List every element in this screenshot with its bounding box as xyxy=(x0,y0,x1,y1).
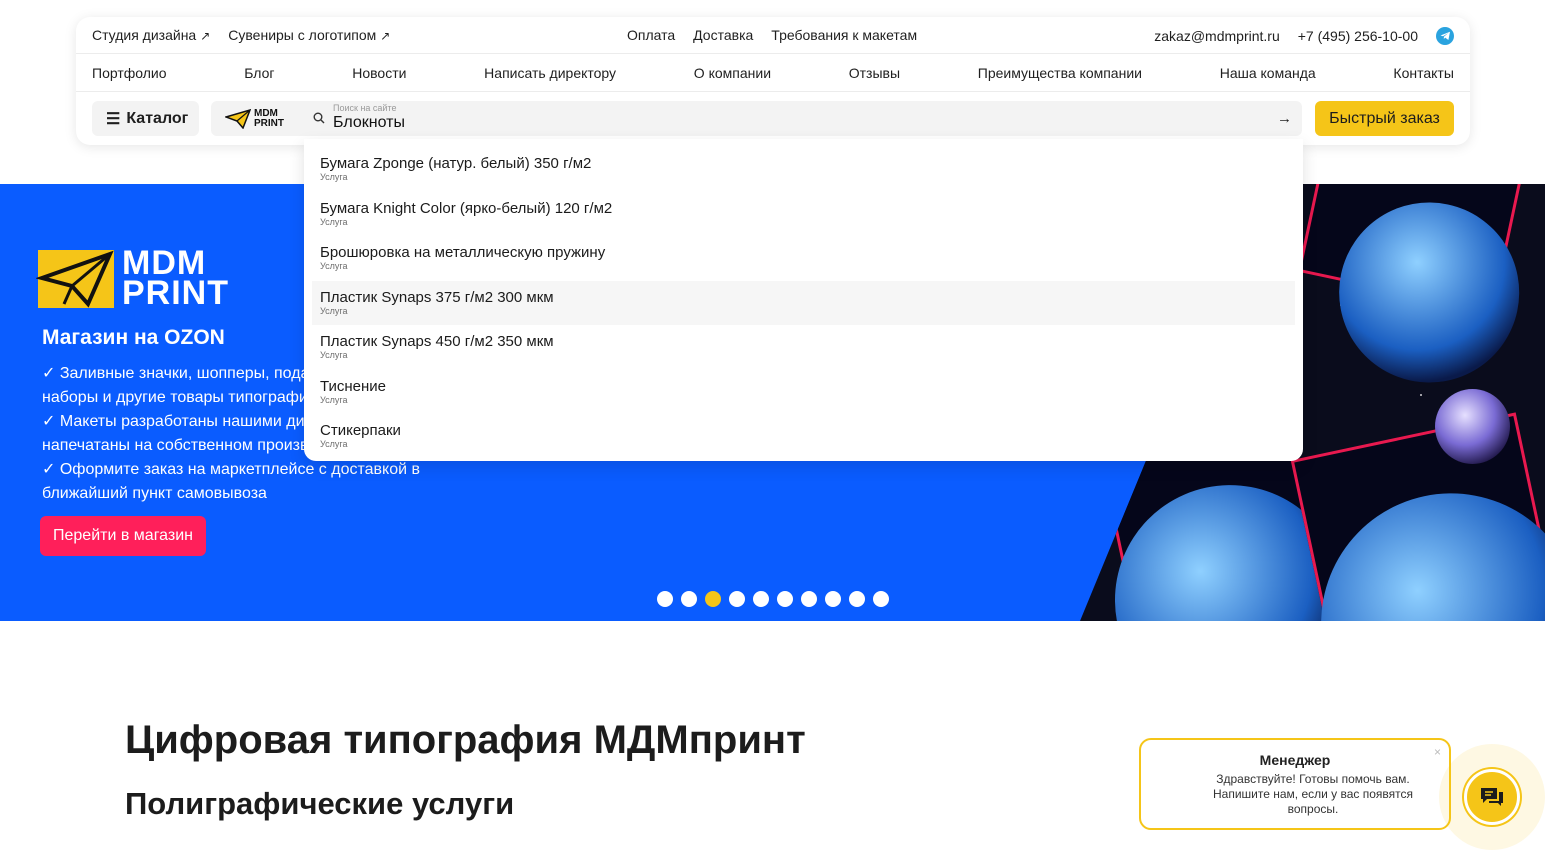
nav-write-director[interactable]: Написать директору xyxy=(484,65,616,81)
hero-brand-logo: MDM PRINT xyxy=(36,246,229,310)
design-studio-link[interactable]: Студия дизайна ↗ xyxy=(92,27,210,43)
slider-dot[interactable] xyxy=(825,591,841,607)
top-bar: Студия дизайна ↗ Сувениры с логотипом ↗ Оп… xyxy=(76,17,1470,54)
site-logo[interactable]: MDM PRINT xyxy=(211,101,303,136)
slider-dot[interactable] xyxy=(849,591,865,607)
search-suggestions: Бумага Zponge (натур. белый) 350 г/м2 Усл… xyxy=(304,139,1303,461)
slider-dot[interactable] xyxy=(777,591,793,607)
search-row: ☰ Каталог MDM PRINT Поиск на сайте Блокно… xyxy=(76,92,1470,145)
slider-dot[interactable] xyxy=(681,591,697,607)
slider-dot[interactable] xyxy=(873,591,889,607)
external-arrow-icon: ↗ xyxy=(380,29,391,43)
email-link[interactable]: zakaz@mdmprint.ru xyxy=(1154,28,1279,44)
telegram-icon[interactable] xyxy=(1436,27,1454,45)
slider-pagination xyxy=(657,591,889,607)
delivery-link[interactable]: Доставка xyxy=(693,27,753,43)
search-field[interactable]: Поиск на сайте Блокноты → xyxy=(303,101,1302,136)
suggestion-item[interactable]: Бумага Knight Color (ярко-белый) 120 г/м… xyxy=(304,192,1303,237)
nav-blog[interactable]: Блог xyxy=(244,65,274,81)
chat-message: Здравствуйте! Готовы помочь вам. Напишит… xyxy=(1212,772,1414,816)
nav-about[interactable]: О компании xyxy=(694,65,771,81)
paper-plane-logo-icon xyxy=(225,108,251,129)
payment-link[interactable]: Оплата xyxy=(627,27,675,43)
slider-dot[interactable] xyxy=(801,591,817,607)
phone-link[interactable]: +7 (495) 256-10-00 xyxy=(1298,28,1418,44)
external-arrow-icon: ↗ xyxy=(200,29,211,43)
go-to-shop-button[interactable]: Перейти в магазин xyxy=(40,516,206,556)
nav-reviews[interactable]: Отзывы xyxy=(849,65,900,81)
main-nav: Портфолио Блог Новости Написать директор… xyxy=(76,54,1470,92)
chat-open-button[interactable] xyxy=(1464,769,1520,825)
slider-dot-active[interactable] xyxy=(705,591,721,607)
search-icon xyxy=(313,112,325,124)
hero-heading: Магазин на OZON xyxy=(42,326,225,349)
nav-portfolio[interactable]: Портфолио xyxy=(92,65,167,81)
section-title: Полиграфические услуги xyxy=(125,786,515,821)
catalog-button[interactable]: ☰ Каталог xyxy=(92,101,199,136)
paper-plane-logo-icon xyxy=(36,250,114,308)
suggestion-item[interactable]: Бумага Zponge (натур. белый) 350 г/м2 Усл… xyxy=(304,147,1303,192)
suggestion-item[interactable]: Тиснение Услуга xyxy=(304,370,1303,415)
suggestion-item[interactable]: Брошюровка на металлическую пружину Услуг… xyxy=(304,236,1303,281)
quick-order-button[interactable]: Быстрый заказ xyxy=(1315,101,1454,136)
nav-advantages[interactable]: Преимущества компании xyxy=(978,65,1142,81)
requirements-link[interactable]: Требования к макетам xyxy=(771,27,917,43)
chat-popup[interactable]: × Менеджер Здравствуйте! Готовы помочь в… xyxy=(1139,738,1451,830)
suggestion-item[interactable]: Пластик Synaps 450 г/м2 350 мкм Услуга xyxy=(304,325,1303,370)
search-placeholder: Поиск на сайте xyxy=(333,103,397,113)
souvenirs-link[interactable]: Сувениры с логотипом ↗ xyxy=(228,27,390,43)
nav-team[interactable]: Наша команда xyxy=(1220,65,1316,81)
page-title: Цифровая типография МДМпринт xyxy=(125,718,806,762)
chat-title: Менеджер xyxy=(1259,752,1331,768)
slider-dot[interactable] xyxy=(729,591,745,607)
suggestion-item-highlighted[interactable]: Пластик Synaps 375 г/м2 300 мкм Услуга xyxy=(312,280,1295,325)
search-submit-arrow-icon[interactable]: → xyxy=(1277,110,1292,127)
chat-bubble-icon xyxy=(1481,788,1503,806)
search-input[interactable]: Блокноты xyxy=(333,114,405,132)
slider-dot[interactable] xyxy=(657,591,673,607)
slider-dot[interactable] xyxy=(753,591,769,607)
site-header: Студия дизайна ↗ Сувениры с логотипом ↗ Оп… xyxy=(76,17,1470,145)
nav-news[interactable]: Новости xyxy=(352,65,406,81)
nav-contacts[interactable]: Контакты xyxy=(1393,65,1453,81)
menu-icon: ☰ xyxy=(106,110,121,128)
suggestion-item[interactable]: Стикерпаки Услуга xyxy=(304,414,1303,459)
